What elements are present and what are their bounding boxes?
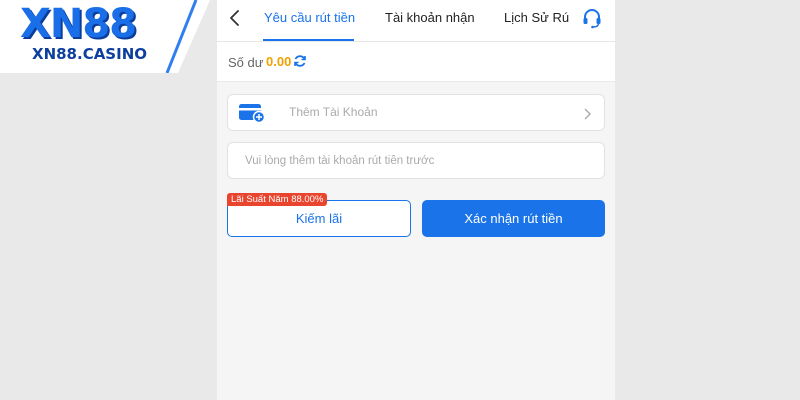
chevron-right-icon bbox=[582, 107, 592, 120]
logo-subtext: XN88.CASINO bbox=[32, 45, 147, 63]
balance-row: Số dư 0.00 bbox=[217, 42, 615, 82]
headset-icon[interactable] bbox=[581, 7, 603, 29]
add-account-label: Thêm Tài Khoản bbox=[289, 105, 378, 119]
add-account-button[interactable]: Thêm Tài Khoản bbox=[227, 94, 605, 131]
balance-value: 0.00 bbox=[266, 54, 292, 69]
header-bar: Yêu cầu rút tiền Tài khoản nhận Lịch Sử … bbox=[217, 0, 615, 42]
wallet-add-icon bbox=[239, 103, 266, 124]
interest-rate-badge: Lãi Suất Năm 88.00% bbox=[227, 193, 328, 206]
tab-withdraw-history[interactable]: Lịch Sử Rú bbox=[504, 10, 569, 25]
chevron-left-icon[interactable] bbox=[225, 8, 245, 28]
tab-withdraw-request[interactable]: Yêu cầu rút tiền bbox=[264, 10, 355, 25]
balance-label: Số dư bbox=[228, 55, 264, 70]
logo-text: XN88 bbox=[20, 1, 137, 47]
refresh-icon[interactable] bbox=[293, 54, 307, 68]
notice-field bbox=[227, 142, 605, 179]
confirm-withdraw-button[interactable]: Xác nhận rút tiền bbox=[422, 200, 605, 237]
brand-logo: XN88 XN88.CASINO bbox=[0, 0, 210, 73]
tab-receiving-account[interactable]: Tài khoản nhận bbox=[385, 10, 475, 25]
active-tab-indicator bbox=[263, 39, 354, 41]
withdraw-account-input[interactable] bbox=[228, 143, 604, 178]
withdraw-panel: Yêu cầu rút tiền Tài khoản nhận Lịch Sử … bbox=[217, 0, 615, 400]
